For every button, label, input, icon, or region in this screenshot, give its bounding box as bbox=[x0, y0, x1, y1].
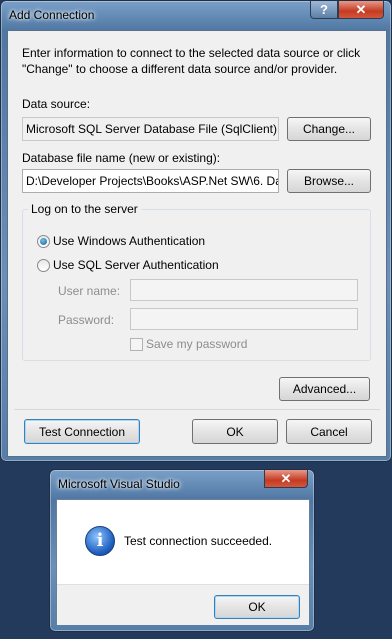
sql-auth-label[interactable]: Use SQL Server Authentication bbox=[53, 258, 219, 272]
password-input bbox=[130, 308, 358, 330]
advanced-button[interactable]: Advanced... bbox=[279, 377, 370, 401]
browse-button[interactable]: Browse... bbox=[287, 169, 371, 193]
add-connection-window: Add Connection ? ✕ Enter information to … bbox=[0, 0, 392, 462]
db-file-input[interactable]: D:\Developer Projects\Books\ASP.Net SW\6… bbox=[22, 169, 279, 193]
username-input bbox=[130, 279, 358, 301]
intro-text: Enter information to connect to the sele… bbox=[22, 46, 361, 76]
message-box-close-button[interactable]: ✕ bbox=[264, 470, 308, 488]
message-box-window: Microsoft Visual Studio ✕ i Test connect… bbox=[49, 469, 315, 632]
test-connection-button[interactable]: Test Connection bbox=[24, 419, 140, 444]
ok-button[interactable]: OK bbox=[192, 419, 278, 444]
username-label: User name: bbox=[58, 284, 121, 298]
help-button[interactable]: ? bbox=[310, 1, 338, 19]
close-button[interactable]: ✕ bbox=[338, 1, 384, 19]
message-box-body: i Test connection succeeded. OK bbox=[56, 499, 310, 625]
windows-auth-label[interactable]: Use Windows Authentication bbox=[53, 234, 205, 248]
save-password-label: Save my password bbox=[146, 337, 248, 351]
logon-legend: Log on to the server bbox=[28, 202, 141, 216]
sql-auth-radio[interactable] bbox=[37, 259, 50, 272]
dialog-body: Enter information to connect to the sele… bbox=[7, 30, 387, 457]
message-ok-button[interactable]: OK bbox=[214, 595, 300, 619]
save-password-checkbox bbox=[130, 338, 143, 351]
windows-auth-radio[interactable] bbox=[37, 235, 50, 248]
button-separator bbox=[14, 409, 380, 410]
data-source-field: Microsoft SQL Server Database File (SqlC… bbox=[22, 117, 279, 141]
title-bar: Add Connection ? ✕ bbox=[1, 1, 391, 29]
message-box-title: Microsoft Visual Studio bbox=[58, 477, 180, 491]
window-title: Add Connection bbox=[9, 8, 95, 22]
message-text: Test connection succeeded. bbox=[124, 534, 273, 548]
message-box-title-bar: Microsoft Visual Studio ✕ bbox=[50, 470, 314, 498]
cancel-button[interactable]: Cancel bbox=[286, 419, 372, 444]
change-button[interactable]: Change... bbox=[287, 117, 371, 141]
info-icon: i bbox=[85, 526, 115, 556]
close-icon: ✕ bbox=[280, 471, 292, 486]
help-icon: ? bbox=[320, 2, 328, 17]
close-icon: ✕ bbox=[355, 2, 367, 17]
db-file-label: Database file name (new or existing): bbox=[22, 151, 221, 165]
password-label: Password: bbox=[58, 313, 115, 327]
data-source-label: Data source: bbox=[22, 97, 91, 111]
